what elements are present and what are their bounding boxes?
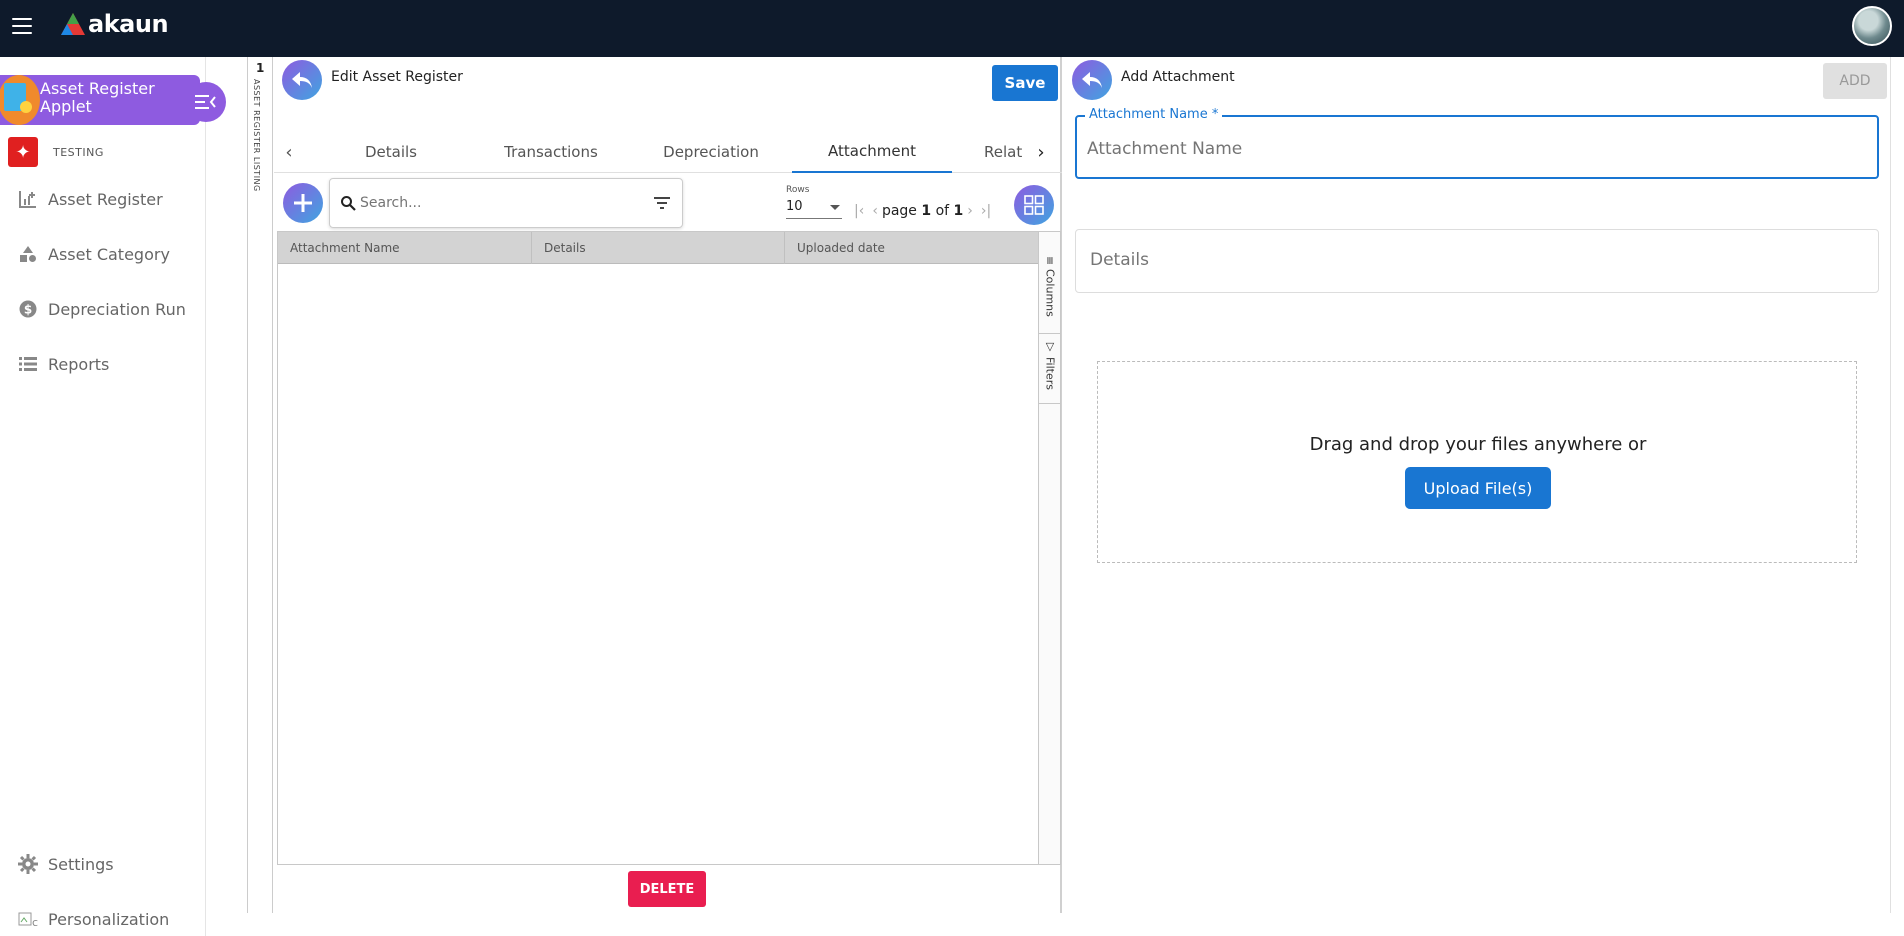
attachment-name-field: Attachment Name * <box>1075 107 1879 179</box>
list-icon <box>18 354 38 374</box>
chevron-right-icon: › <box>1037 141 1045 163</box>
gear-icon <box>18 854 38 874</box>
attachment-name-input[interactable] <box>1087 139 1857 159</box>
column-header-attachment-name[interactable]: Attachment Name <box>278 231 532 264</box>
hamburger-menu-icon[interactable] <box>12 18 32 34</box>
org-row[interactable]: ✦ TESTING <box>8 137 104 167</box>
applet-icon <box>0 75 40 125</box>
sidebar-item-asset-category[interactable]: Asset Category <box>18 244 170 264</box>
delete-button[interactable]: DELETE <box>628 871 706 907</box>
rows-per-page-select[interactable]: 10 <box>786 199 842 219</box>
add-attachment-panel: Add Attachment ADD Attachment Name * Dra… <box>1063 57 1891 913</box>
columns-panel-toggle[interactable]: ≡ Columns <box>1039 250 1061 334</box>
top-bar: akaun <box>0 0 1904 57</box>
back-arrow-icon <box>1082 72 1102 88</box>
brand-logo[interactable]: akaun <box>60 10 169 38</box>
org-name: TESTING <box>53 145 104 159</box>
page-current: 1 <box>921 203 932 219</box>
attachments-table: Attachment Name Details Uploaded date ≡ … <box>277 231 1061 865</box>
tab-transactions[interactable]: Transactions <box>484 131 618 173</box>
svg-text:$: $ <box>24 303 32 317</box>
prev-page-icon[interactable]: ‹ <box>872 203 878 219</box>
applet-title: Asset Register Applet <box>40 79 155 116</box>
page-of: of <box>935 203 950 219</box>
rows-label: Rows <box>786 185 810 195</box>
tab-scroll-left-button[interactable]: ‹ <box>274 131 304 173</box>
listing-count: 1 <box>256 61 265 75</box>
shapes-icon <box>18 244 38 264</box>
column-header-uploaded-date[interactable]: Uploaded date <box>785 232 1038 264</box>
sidebar-item-label: Settings <box>48 854 114 874</box>
chart-add-icon <box>18 189 38 209</box>
filters-panel-toggle[interactable]: ▽ Filters <box>1039 334 1061 404</box>
sidebar-item-asset-register[interactable]: Asset Register <box>18 189 163 209</box>
columns-label: Columns <box>1043 268 1057 317</box>
collapse-sidebar-button[interactable] <box>186 82 226 122</box>
listing-strip-label: ASSET REGISTER LISTING <box>252 79 261 192</box>
attachment-name-label: Attachment Name * <box>1085 107 1223 122</box>
back-button[interactable] <box>282 60 322 100</box>
details-input[interactable] <box>1090 250 1860 270</box>
sidebar-item-label: Asset Category <box>48 244 170 264</box>
search-icon <box>341 196 356 211</box>
sidebar-item-depreciation-run[interactable]: $ Depreciation Run <box>18 299 186 319</box>
plus-icon <box>294 194 312 212</box>
first-page-icon[interactable]: |‹ <box>854 203 864 219</box>
tab-scroll-right-button[interactable]: › <box>1026 131 1056 173</box>
sidebar-item-personalization[interactable]: c Personalization <box>18 909 169 929</box>
filter-funnel-icon: ▽ <box>1043 340 1057 353</box>
back-button[interactable] <box>1072 60 1112 100</box>
next-page-icon[interactable]: › <box>967 203 973 219</box>
page-total: 1 <box>953 203 964 219</box>
column-header-details[interactable]: Details <box>532 231 785 264</box>
dollar-circle-icon: $ <box>18 299 38 319</box>
sidebar-item-label: Asset Register <box>48 189 163 209</box>
add-button[interactable]: ADD <box>1823 63 1887 99</box>
save-button[interactable]: Save <box>992 65 1058 101</box>
svg-text:c: c <box>32 916 38 928</box>
tab-depreciation[interactable]: Depreciation <box>644 131 778 173</box>
collapsed-listing-strip[interactable]: 1 ASSET REGISTER LISTING <box>247 57 273 913</box>
org-logo-icon: ✦ <box>8 137 38 167</box>
table-side-panel: ≡ Columns ▽ Filters <box>1038 232 1061 864</box>
details-field <box>1075 229 1879 293</box>
table-header: Attachment Name Details Uploaded date <box>278 231 1038 264</box>
sidebar-item-reports[interactable]: Reports <box>18 354 109 374</box>
tab-attachment[interactable]: Attachment <box>792 131 952 173</box>
page-word: page <box>881 203 917 219</box>
columns-icon: ≡ <box>1043 256 1057 266</box>
last-page-icon[interactable]: ›| <box>981 203 991 219</box>
grid-view-button[interactable] <box>1014 185 1054 225</box>
search-box <box>329 178 683 228</box>
grid-icon <box>1024 195 1044 215</box>
brand-name: akaun <box>88 10 169 38</box>
chevron-left-icon: ‹ <box>285 141 293 163</box>
filter-icon[interactable] <box>654 195 670 214</box>
applet-banner: Asset Register Applet <box>0 75 200 125</box>
pagination: |‹ ‹ page 1 of 1 › ›| <box>850 203 995 219</box>
rows-value: 10 <box>786 199 803 214</box>
sidebar-item-label: Reports <box>48 354 110 374</box>
edit-asset-register-panel: Edit Asset Register Save ‹ Details Trans… <box>274 57 1062 913</box>
tab-details[interactable]: Details <box>324 131 458 173</box>
upload-files-button[interactable]: Upload File(s) <box>1405 467 1551 509</box>
akaun-logo-icon <box>61 13 85 35</box>
sidebar-item-label: Personalization <box>48 909 170 929</box>
broken-image-icon: c <box>18 909 38 929</box>
sidebar-item-label: Depreciation Run <box>48 299 186 319</box>
panel-title: Edit Asset Register <box>331 69 463 85</box>
sidebar-item-settings[interactable]: Settings <box>18 854 114 874</box>
dropdown-caret-icon <box>830 205 840 210</box>
tab-bar: ‹ Details Transactions Depreciation Atta… <box>274 131 1062 173</box>
sidebar: Asset Register Applet ✦ TESTING Asset Re… <box>0 57 226 936</box>
back-arrow-icon <box>292 72 312 88</box>
user-avatar[interactable] <box>1852 6 1892 46</box>
add-attachment-button[interactable] <box>283 183 323 223</box>
file-dropzone[interactable]: Drag and drop your files anywhere or Upl… <box>1097 361 1857 563</box>
search-input[interactable] <box>360 195 640 211</box>
filters-label: Filters <box>1043 356 1057 390</box>
dropzone-text: Drag and drop your files anywhere or <box>1309 434 1647 455</box>
collapse-menu-icon <box>195 95 216 109</box>
panel-title: Add Attachment <box>1121 69 1235 85</box>
